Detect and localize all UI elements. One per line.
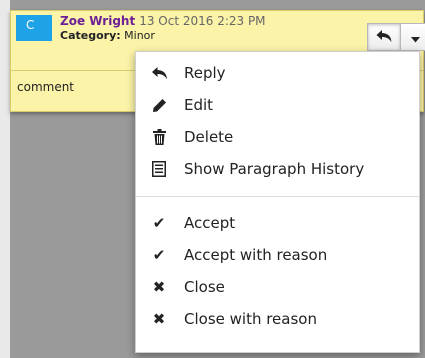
menu-divider [136,196,419,197]
menu-item-delete[interactable]: Delete [136,121,419,153]
reply-button[interactable] [367,23,401,51]
comment-timestamp: 13 Oct 2016 2:23 PM [139,14,266,28]
menu-item-accept[interactable]: ✔ Accept [136,207,419,239]
check-icon: ✔ [152,245,166,264]
menu-item-edit[interactable]: Edit [136,89,419,121]
menu-item-accept-with-reason[interactable]: ✔ Accept with reason [136,239,419,271]
x-icon: ✖ [152,309,166,328]
comment-body: comment [17,80,75,94]
menu-item-label: Reply [184,64,226,82]
comment-category: Category: Minor [60,29,155,42]
document-page-edge [0,0,10,358]
comment-author[interactable]: Zoe Wright [60,14,135,28]
menu-item-label: Delete [184,128,234,146]
trash-icon [149,129,169,145]
menu-item-close-with-reason[interactable]: ✖ Close with reason [136,303,419,335]
category-value: Minor [124,29,155,42]
comment-menu-button[interactable] [400,23,425,51]
chevron-down-icon [410,28,420,47]
menu-item-label: Close [184,278,225,296]
x-icon: ✖ [152,277,166,296]
menu-item-reply[interactable]: Reply [136,57,419,89]
menu-item-label: Show Paragraph History [184,160,365,178]
menu-item-label: Accept with reason [184,246,328,264]
menu-item-show-paragraph-history[interactable]: Show Paragraph History [136,153,419,185]
reply-icon [149,66,169,80]
menu-item-label: Accept [184,214,236,232]
comment-type-badge: C [16,15,52,41]
document-icon [149,161,169,177]
menu-item-label: Close with reason [184,310,317,328]
comment-actions-menu: Reply Edit Delete Show Paragraph History… [135,51,420,353]
menu-item-label: Edit [184,96,214,114]
reply-icon [376,28,392,47]
comment-header: Zoe Wright 13 Oct 2016 2:23 PM [60,14,266,29]
menu-item-close[interactable]: ✖ Close [136,271,419,303]
category-label: Category: [60,29,121,42]
pencil-icon [149,98,169,113]
check-icon: ✔ [152,213,166,232]
